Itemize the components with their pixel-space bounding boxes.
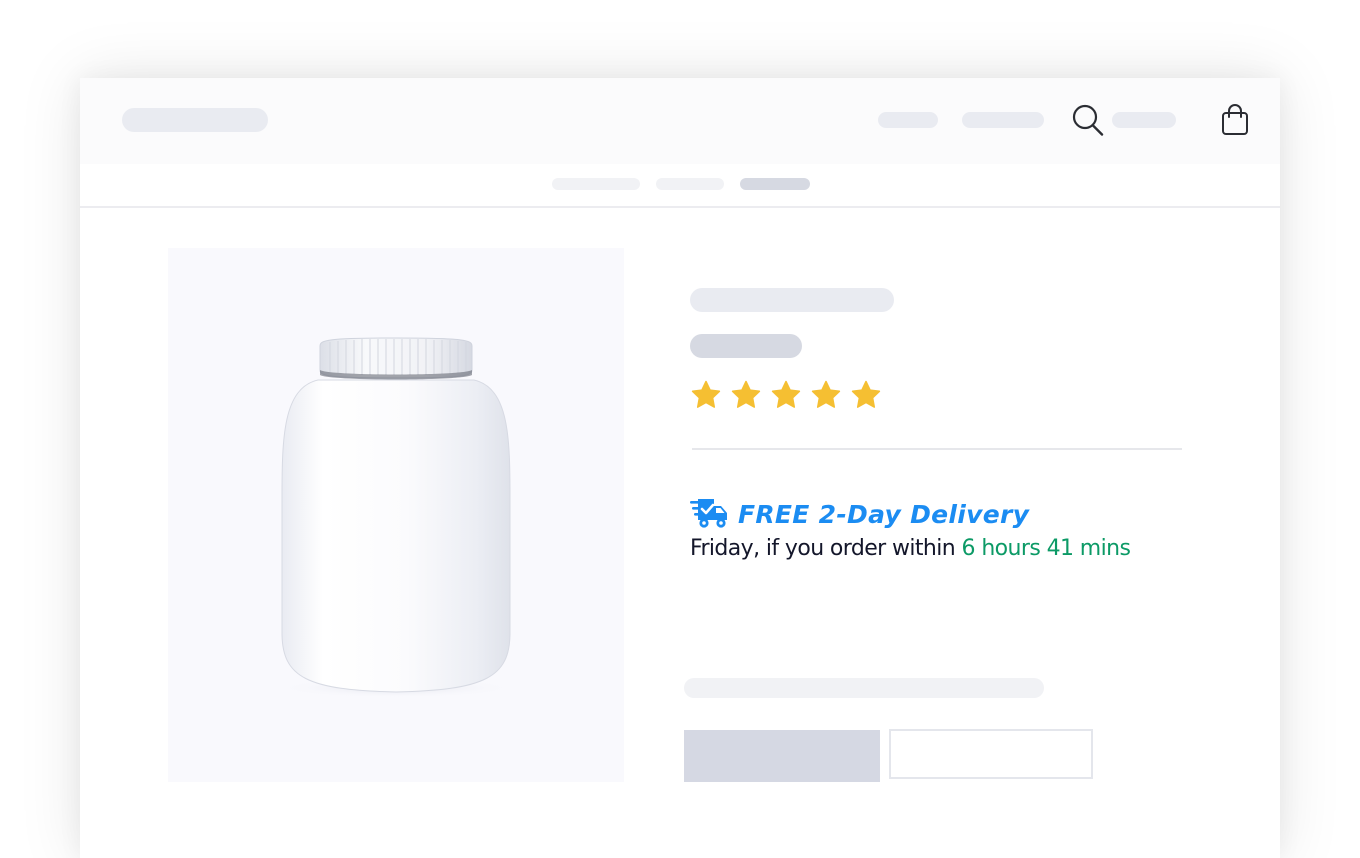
product-title-placeholder [690,288,894,312]
supplement-jar-image [276,337,516,698]
star-icon [811,380,841,408]
product-image [168,248,624,782]
nav-link-placeholder[interactable] [962,112,1044,128]
delivery-truck-icon [690,499,727,528]
delivery-estimate-text: Friday, if you order within [690,536,956,561]
delivery-info: FREE 2-Day Delivery Friday, if you order… [690,496,1210,561]
logo-placeholder[interactable] [122,108,268,132]
delivery-estimate: Friday, if you order within 6 hours 41 m… [690,536,1210,561]
search-icon[interactable] [1071,103,1105,137]
add-to-cart-button[interactable] [684,730,880,782]
section-divider [692,448,1182,450]
rating-stars [690,379,882,411]
search-placeholder[interactable] [1112,112,1176,128]
subnav-item-placeholder[interactable] [656,178,724,190]
browser-window: FREE 2-Day Delivery Friday, if you order… [80,78,1280,858]
shopping-bag-icon[interactable] [1220,103,1250,137]
site-header [80,78,1280,164]
category-subnav [80,164,1280,208]
delivery-countdown: 6 hours 41 mins [961,536,1131,561]
subnav-item-active-placeholder[interactable] [740,178,810,190]
star-icon [731,380,761,408]
delivery-title: FREE 2-Day Delivery [738,499,1030,529]
product-price-placeholder [690,334,802,358]
star-icon [691,380,721,408]
option-placeholder [684,678,1044,698]
delivery-header: FREE 2-Day Delivery [690,496,1210,532]
secondary-action-button[interactable] [889,729,1093,779]
subnav-item-placeholder[interactable] [552,178,640,190]
star-icon [851,380,881,408]
nav-link-placeholder[interactable] [878,112,938,128]
star-icon [771,380,801,408]
